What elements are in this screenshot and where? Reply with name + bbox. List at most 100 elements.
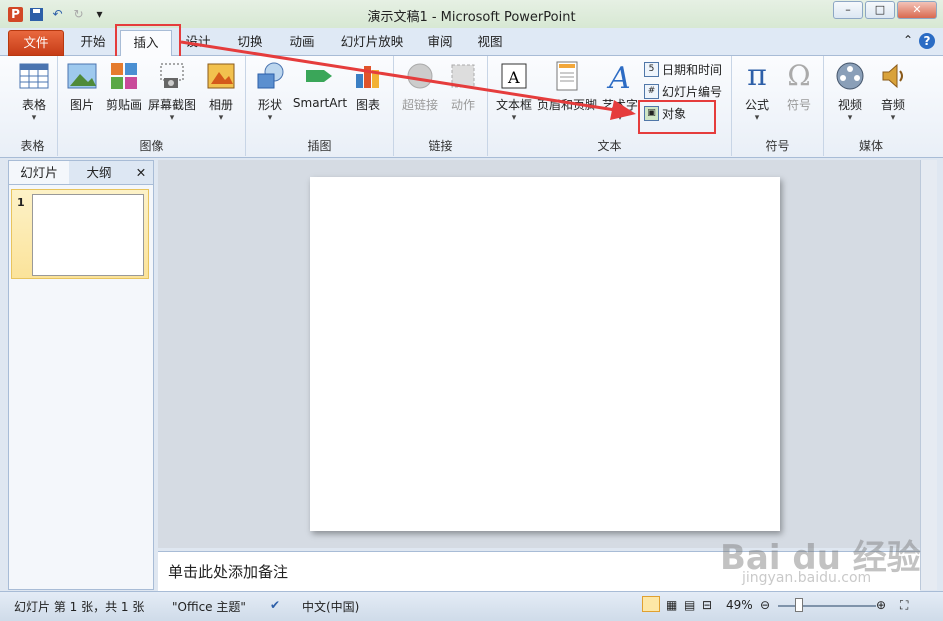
normal-view-icon[interactable] [642, 596, 660, 612]
calendar-icon: 5 [644, 62, 659, 77]
tab-view[interactable]: 视图 [470, 30, 510, 56]
close-pane-icon[interactable]: ✕ [129, 161, 153, 184]
slides-pane: 幻灯片 大纲 ✕ 1 [8, 160, 154, 590]
screenshot-icon [156, 60, 188, 92]
dropdown-arrow-icon: ▾ [754, 113, 760, 123]
tab-slideshow[interactable]: 幻灯片放映 [332, 30, 412, 56]
hyperlink-button[interactable]: 超链接 [398, 60, 442, 113]
slide-canvas[interactable] [310, 177, 780, 531]
action-icon [447, 60, 479, 92]
group-links: 超链接 动作 链接 [394, 56, 488, 156]
globe-icon [404, 60, 436, 92]
close-button[interactable]: ✕ [897, 1, 937, 19]
film-reel-icon [834, 60, 866, 92]
tab-design[interactable]: 设计 [176, 30, 220, 56]
slide-number-icon: # [644, 84, 659, 99]
wordart-button[interactable]: A 艺术字 ▾ [600, 60, 640, 123]
speaker-icon [877, 60, 909, 92]
equation-button[interactable]: π 公式 ▾ [738, 58, 776, 124]
tab-transitions[interactable]: 切换 [228, 30, 272, 56]
zoom-in-icon[interactable]: ⊕ [876, 598, 886, 612]
maximize-button[interactable]: □ [865, 1, 895, 19]
group-symbols: π 公式 ▾ Ω 符号 符号 [732, 56, 824, 156]
symbol-button[interactable]: Ω 符号 [780, 60, 818, 113]
action-button[interactable]: 动作 [444, 60, 482, 113]
video-button[interactable]: 视频 ▾ [830, 60, 870, 123]
group-illustrations: 形状 ▾ SmartArt 图表 插图 [246, 56, 394, 156]
zoom-out-icon[interactable]: ⊖ [760, 598, 770, 612]
group-media: 视频 ▾ 音频 ▾ 媒体 [824, 56, 918, 156]
language[interactable]: 中文(中国) [302, 598, 359, 615]
header-footer-icon [551, 60, 583, 92]
pane-tabs: 幻灯片 大纲 ✕ [9, 161, 153, 185]
theme-name[interactable]: "Office 主题" [172, 598, 246, 615]
shapes-icon [254, 60, 286, 92]
screenshot-button[interactable]: 屏幕截图 ▾ [146, 60, 198, 123]
clipart-button[interactable]: 剪贴画 [104, 60, 144, 113]
vertical-scrollbar[interactable] [920, 160, 937, 590]
zoom-level[interactable]: 49% [726, 598, 753, 612]
tab-home[interactable]: 开始 [70, 30, 116, 56]
dropdown-arrow-icon: ▾ [267, 113, 273, 123]
window-controls: – □ ✕ [833, 1, 937, 19]
slide-sorter-icon[interactable]: ▦ [666, 598, 677, 612]
dropdown-arrow-icon: ▾ [31, 113, 37, 123]
dropdown-arrow-icon: ▾ [890, 113, 896, 123]
zoom-slider-thumb[interactable] [795, 598, 803, 612]
watermark-url: jingyan.baidu.com [742, 570, 872, 586]
omega-icon: Ω [787, 59, 811, 92]
chart-button[interactable]: 图表 [350, 60, 386, 113]
ribbon-collapse-icon[interactable]: ⌃ [903, 33, 913, 49]
album-icon [205, 60, 237, 92]
status-bar: 幻灯片 第 1 张，共 1 张 "Office 主题" ✔ 中文(中国) ▦ ▤… [0, 591, 943, 621]
smartart-button[interactable]: SmartArt [292, 60, 348, 110]
dropdown-arrow-icon: ▾ [511, 113, 517, 123]
tab-file[interactable]: 文件 [8, 30, 64, 56]
audio-button[interactable]: 音频 ▾ [874, 60, 912, 123]
slide-thumbnail[interactable] [32, 194, 144, 276]
fit-window-icon[interactable]: ⛶ [900, 598, 908, 613]
slide-thumbnail-item[interactable]: 1 [11, 189, 149, 279]
tab-review[interactable]: 审阅 [420, 30, 460, 56]
album-button[interactable]: 相册 ▾ [202, 60, 240, 123]
minimize-button[interactable]: – [833, 1, 863, 19]
spellcheck-icon[interactable]: ✔ [270, 598, 280, 612]
dropdown-arrow-icon: ▾ [169, 113, 175, 123]
table-button[interactable]: 表格 ▾ [14, 60, 54, 123]
tab-slides[interactable]: 幻灯片 [9, 161, 69, 184]
slide-number: 1 [17, 196, 25, 209]
svg-text:A: A [507, 68, 520, 87]
reading-view-icon[interactable]: ▤ [684, 598, 695, 612]
highlight-object-button [638, 100, 716, 134]
dropdown-arrow-icon: ▾ [617, 113, 623, 123]
zoom-slider[interactable] [778, 605, 876, 607]
svg-text:A: A [606, 61, 631, 92]
highlight-insert-tab [115, 24, 181, 58]
datetime-button[interactable]: 5 日期和时间 [644, 61, 722, 78]
picture-icon [66, 60, 98, 92]
window-title: 演示文稿1 - Microsoft PowerPoint [367, 10, 576, 25]
textbox-icon: A [498, 60, 530, 92]
dropdown-arrow-icon: ▾ [218, 113, 224, 123]
chart-icon [352, 60, 384, 92]
shapes-button[interactable]: 形状 ▾ [252, 60, 288, 123]
header-footer-button[interactable]: 页眉和页脚 [536, 60, 598, 113]
pi-icon: π [747, 58, 767, 93]
help-icon[interactable]: ? [919, 33, 935, 49]
dropdown-arrow-icon: ▾ [847, 113, 853, 123]
table-icon [18, 60, 50, 92]
textbox-button[interactable]: A 文本框 ▾ [492, 60, 536, 123]
group-table: 表格 ▾ 表格 [8, 56, 58, 156]
slide-editor [158, 160, 920, 548]
ribbon-panel: 表格 ▾ 表格 图片 剪贴画 屏幕截图 ▾ 相册 ▾ 图像 形状 ▾ SmartArt … [0, 56, 943, 158]
smartart-icon [304, 60, 336, 92]
help-area: ⌃ ? [903, 33, 935, 49]
slide-number-button[interactable]: # 幻灯片编号 [644, 83, 722, 100]
group-images: 图片 剪贴画 屏幕截图 ▾ 相册 ▾ 图像 [58, 56, 246, 156]
tab-animations[interactable]: 动画 [280, 30, 324, 56]
picture-button[interactable]: 图片 [64, 60, 100, 113]
wordart-icon: A [604, 60, 636, 96]
slideshow-icon[interactable]: ⊟ [702, 598, 712, 612]
tab-outline[interactable]: 大纲 [69, 161, 129, 184]
slide-info: 幻灯片 第 1 张，共 1 张 [14, 600, 145, 614]
